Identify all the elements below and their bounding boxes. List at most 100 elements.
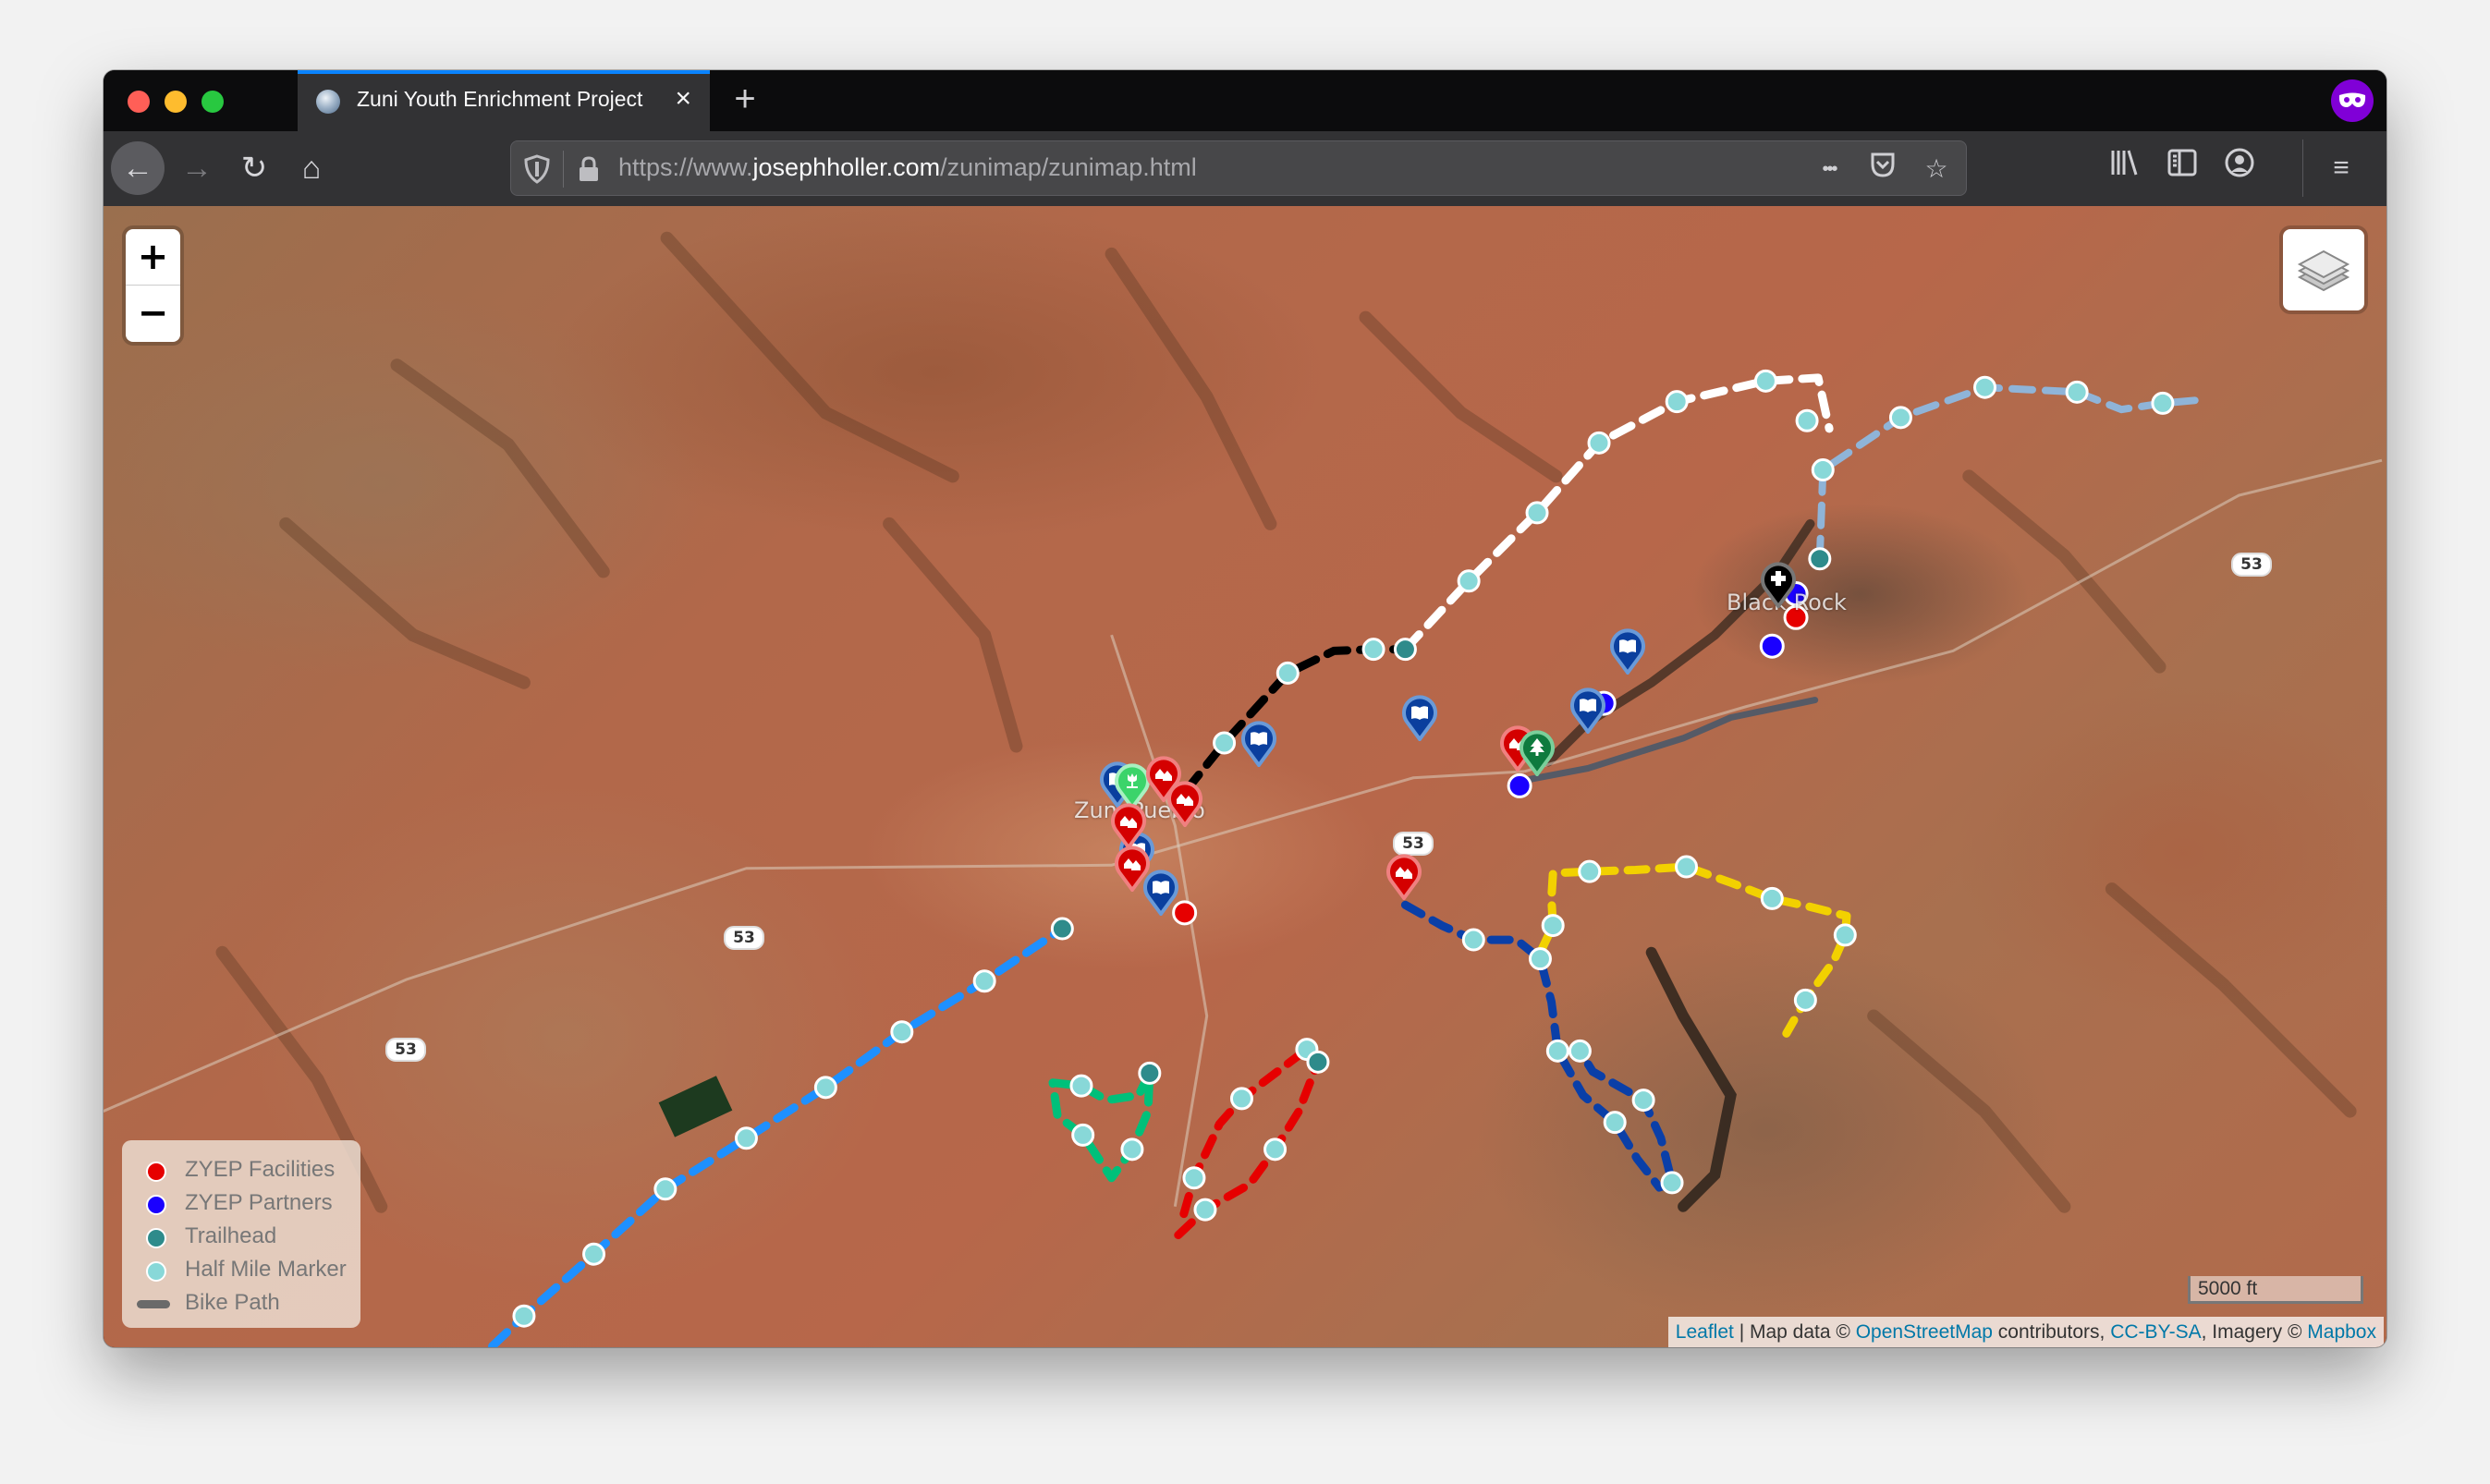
trailhead-marker	[1306, 1050, 1330, 1074]
book-icon	[1152, 881, 1169, 895]
route-shield: 53	[2231, 553, 2272, 577]
half-mile-marker	[1120, 1137, 1144, 1162]
tab-close-button[interactable]: ×	[675, 82, 691, 116]
terrain-ridge	[660, 231, 959, 483]
url-separator	[563, 151, 564, 188]
zoom-out-button[interactable]: −	[126, 285, 180, 341]
tracking-shield-icon[interactable]	[524, 154, 550, 184]
half-mile-marker	[1525, 501, 1549, 525]
url-bar[interactable]: https://www.josephholler.com/zunimap/zun…	[510, 140, 1967, 196]
poi-marker-library[interactable]	[1570, 686, 1605, 734]
half-mile-marker	[1833, 923, 1857, 947]
map-view[interactable]: Zuni Pueblo Black Rock 53 53 53 53 + − Z…	[104, 206, 2386, 1347]
half-mile-marker	[1888, 406, 1912, 430]
legend-item-facilities: ZYEP Facilities	[122, 1155, 360, 1188]
url-actions: ••• ☆	[1811, 149, 1955, 189]
half-mile-marker	[1461, 928, 1485, 952]
poi-marker-library[interactable]	[1241, 719, 1277, 767]
home-icon: ⌂	[301, 151, 322, 186]
back-button[interactable]: ←	[111, 141, 165, 195]
half-mile-marker	[1545, 1039, 1569, 1063]
layers-icon	[2297, 249, 2350, 292]
half-mile-marker	[1263, 1137, 1288, 1162]
tab-title: Zuni Youth Enrichment Project	[357, 87, 643, 111]
canyon-shadow	[1645, 946, 1737, 1212]
half-mile-marker	[1541, 914, 1565, 938]
terrain-ridge	[279, 517, 531, 689]
poi-marker-facility[interactable]	[1385, 852, 1422, 901]
map-legend: ZYEP Facilities ZYEP Partners Trailhead …	[122, 1140, 360, 1328]
poi-marker-library[interactable]	[1401, 693, 1437, 742]
half-mile-marker	[1276, 661, 1300, 685]
half-mile-marker	[890, 1020, 914, 1044]
close-window-button[interactable]	[128, 91, 150, 113]
half-mile-marker	[1665, 390, 1689, 414]
farm-fields	[658, 1076, 733, 1137]
forward-button[interactable]: →	[170, 141, 224, 195]
more-icon[interactable]: •••	[1811, 151, 1848, 188]
bookmark-star-icon[interactable]: ☆	[1918, 151, 1955, 188]
minimize-window-button[interactable]	[165, 91, 187, 113]
poi-marker-facility[interactable]	[1111, 801, 1147, 850]
poi-marker-library[interactable]	[1609, 626, 1645, 675]
half-mile-marker	[813, 1076, 837, 1100]
legend-label: Bike Path	[185, 1290, 280, 1315]
zoom-window-button[interactable]	[201, 91, 224, 113]
library-icon[interactable]	[2104, 147, 2146, 189]
toolbar-divider	[2302, 140, 2303, 197]
url-text[interactable]: https://www.josephholler.com/zunimap/zun…	[618, 153, 1197, 182]
lock-icon[interactable]	[578, 155, 600, 183]
legend-label: Half Mile Marker	[185, 1257, 347, 1282]
layers-control-button[interactable]	[2283, 229, 2364, 310]
half-mile-marker	[1760, 886, 1784, 910]
leaflet-link[interactable]: Leaflet	[1676, 1321, 1734, 1343]
license-link[interactable]: CC-BY-SA	[2110, 1321, 2201, 1343]
half-mile-marker	[1603, 1111, 1627, 1135]
pocket-icon[interactable]	[1864, 151, 1901, 188]
menu-icon[interactable]: ≡	[2320, 147, 2362, 189]
half-mile-marker	[1793, 988, 1817, 1012]
terrain-ridge	[1962, 469, 2167, 674]
partner-dot	[1507, 772, 1532, 798]
url-host: josephholler.com	[752, 153, 941, 181]
new-tab-button[interactable]: +	[723, 78, 767, 122]
home-button[interactable]: ⌂	[285, 141, 338, 195]
poi-marker-park[interactable]	[1520, 728, 1556, 777]
book-icon	[1618, 639, 1636, 654]
map-overlay	[104, 231, 2383, 1347]
half-mile-marker	[1675, 855, 1699, 879]
url-scheme: https://www.	[618, 153, 753, 181]
reload-icon: ↻	[240, 151, 268, 186]
mapbox-link[interactable]: Mapbox	[2307, 1321, 2376, 1343]
half-mile-marker	[653, 1177, 677, 1201]
reload-button[interactable]: ↻	[227, 141, 281, 195]
zoom-control: + −	[126, 229, 180, 342]
half-mile-marker	[1229, 1087, 1253, 1111]
half-mile-marker	[582, 1242, 606, 1266]
terrain-ridge	[1867, 1009, 2071, 1213]
account-icon[interactable]	[2218, 147, 2261, 189]
navigation-toolbar: ← → ↻ ⌂ https://www.josephholler.com/zun…	[104, 131, 2386, 207]
poi-marker-health[interactable]	[1761, 560, 1797, 608]
road-line	[1523, 458, 2383, 773]
legend-item-half-mile-marker: Half Mile Marker	[122, 1255, 360, 1288]
half-mile-markers	[512, 369, 2175, 1328]
partner-dot	[1759, 633, 1785, 659]
terrain-ridge	[1105, 247, 1277, 530]
half-mile-marker	[1071, 1123, 1095, 1147]
red-dot-icon	[146, 1162, 166, 1182]
zoom-in-button[interactable]: +	[126, 229, 180, 285]
terrain-ridge	[1359, 310, 1563, 483]
half-mile-marker	[1213, 731, 1237, 755]
poi-marker-library[interactable]	[1142, 868, 1178, 917]
legend-label: Trailhead	[185, 1223, 277, 1248]
osm-link[interactable]: OpenStreetMap	[1856, 1321, 1993, 1343]
light-teal-dot-icon	[146, 1261, 166, 1282]
poi-marker-facility[interactable]	[1166, 779, 1202, 828]
trails	[488, 373, 2203, 1347]
half-mile-marker	[2151, 391, 2175, 415]
private-browsing-icon[interactable]	[2331, 79, 2374, 122]
half-mile-marker	[2065, 380, 2089, 404]
sidebar-icon[interactable]	[2161, 147, 2203, 189]
tab-active[interactable]: Zuni Youth Enrichment Project ×	[298, 70, 710, 131]
